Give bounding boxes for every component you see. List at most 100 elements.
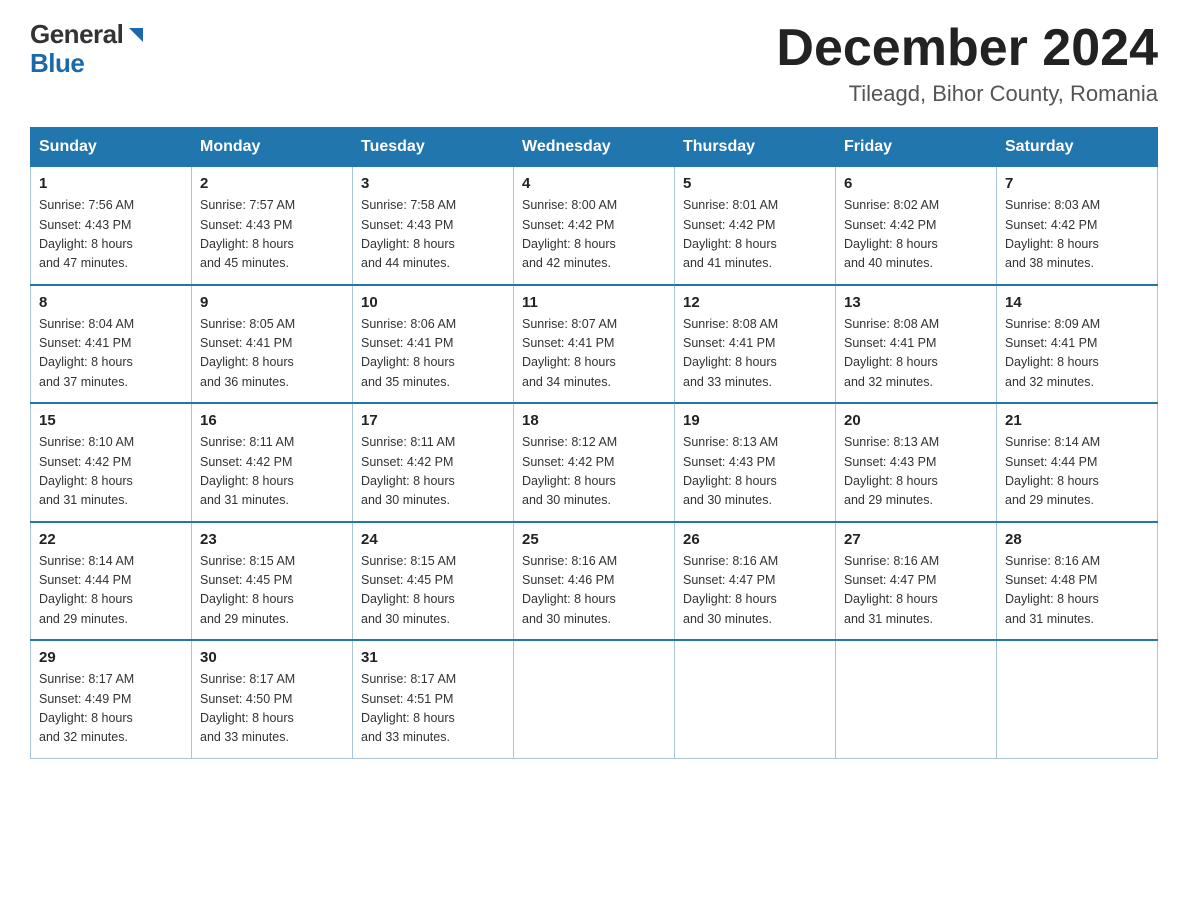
day-info: Sunrise: 8:16 AM Sunset: 4:47 PM Dayligh… <box>683 552 827 630</box>
calendar-week-row: 22 Sunrise: 8:14 AM Sunset: 4:44 PM Dayl… <box>31 522 1158 641</box>
location-title: Tileagd, Bihor County, Romania <box>776 81 1158 107</box>
day-number: 18 <box>522 412 666 429</box>
calendar-cell: 25 Sunrise: 8:16 AM Sunset: 4:46 PM Dayl… <box>514 522 675 641</box>
calendar-cell: 23 Sunrise: 8:15 AM Sunset: 4:45 PM Dayl… <box>192 522 353 641</box>
logo-general-text: General <box>30 20 123 49</box>
day-number: 28 <box>1005 531 1149 548</box>
day-number: 11 <box>522 294 666 311</box>
calendar-cell: 12 Sunrise: 8:08 AM Sunset: 4:41 PM Dayl… <box>675 285 836 404</box>
calendar-cell <box>675 640 836 758</box>
day-info: Sunrise: 8:14 AM Sunset: 4:44 PM Dayligh… <box>1005 433 1149 511</box>
day-info: Sunrise: 8:17 AM Sunset: 4:50 PM Dayligh… <box>200 670 344 748</box>
calendar-cell <box>836 640 997 758</box>
calendar-cell: 3 Sunrise: 7:58 AM Sunset: 4:43 PM Dayli… <box>353 167 514 285</box>
day-info: Sunrise: 8:16 AM Sunset: 4:48 PM Dayligh… <box>1005 552 1149 630</box>
day-info: Sunrise: 8:15 AM Sunset: 4:45 PM Dayligh… <box>200 552 344 630</box>
day-number: 2 <box>200 175 344 192</box>
calendar-cell: 24 Sunrise: 8:15 AM Sunset: 4:45 PM Dayl… <box>353 522 514 641</box>
day-number: 19 <box>683 412 827 429</box>
day-number: 10 <box>361 294 505 311</box>
day-info: Sunrise: 8:17 AM Sunset: 4:49 PM Dayligh… <box>39 670 183 748</box>
day-number: 12 <box>683 294 827 311</box>
day-info: Sunrise: 8:06 AM Sunset: 4:41 PM Dayligh… <box>361 315 505 393</box>
day-number: 22 <box>39 531 183 548</box>
day-number: 5 <box>683 175 827 192</box>
calendar-cell: 20 Sunrise: 8:13 AM Sunset: 4:43 PM Dayl… <box>836 403 997 522</box>
weekday-header-monday: Monday <box>192 128 353 167</box>
calendar-cell: 5 Sunrise: 8:01 AM Sunset: 4:42 PM Dayli… <box>675 167 836 285</box>
calendar-table: SundayMondayTuesdayWednesdayThursdayFrid… <box>30 127 1158 759</box>
day-number: 25 <box>522 531 666 548</box>
day-number: 31 <box>361 649 505 666</box>
day-info: Sunrise: 8:07 AM Sunset: 4:41 PM Dayligh… <box>522 315 666 393</box>
calendar-cell: 15 Sunrise: 8:10 AM Sunset: 4:42 PM Dayl… <box>31 403 192 522</box>
day-number: 26 <box>683 531 827 548</box>
calendar-cell: 16 Sunrise: 8:11 AM Sunset: 4:42 PM Dayl… <box>192 403 353 522</box>
day-number: 27 <box>844 531 988 548</box>
calendar-week-row: 8 Sunrise: 8:04 AM Sunset: 4:41 PM Dayli… <box>31 285 1158 404</box>
day-number: 6 <box>844 175 988 192</box>
day-info: Sunrise: 8:11 AM Sunset: 4:42 PM Dayligh… <box>361 433 505 511</box>
day-number: 4 <box>522 175 666 192</box>
day-number: 29 <box>39 649 183 666</box>
calendar-cell: 6 Sunrise: 8:02 AM Sunset: 4:42 PM Dayli… <box>836 167 997 285</box>
day-info: Sunrise: 8:05 AM Sunset: 4:41 PM Dayligh… <box>200 315 344 393</box>
calendar-cell: 14 Sunrise: 8:09 AM Sunset: 4:41 PM Dayl… <box>997 285 1158 404</box>
day-number: 14 <box>1005 294 1149 311</box>
day-number: 30 <box>200 649 344 666</box>
calendar-cell: 29 Sunrise: 8:17 AM Sunset: 4:49 PM Dayl… <box>31 640 192 758</box>
calendar-week-row: 15 Sunrise: 8:10 AM Sunset: 4:42 PM Dayl… <box>31 403 1158 522</box>
calendar-cell: 22 Sunrise: 8:14 AM Sunset: 4:44 PM Dayl… <box>31 522 192 641</box>
logo-blue-text: Blue <box>30 49 147 78</box>
day-info: Sunrise: 8:17 AM Sunset: 4:51 PM Dayligh… <box>361 670 505 748</box>
day-number: 1 <box>39 175 183 192</box>
day-number: 23 <box>200 531 344 548</box>
day-info: Sunrise: 8:15 AM Sunset: 4:45 PM Dayligh… <box>361 552 505 630</box>
day-info: Sunrise: 8:13 AM Sunset: 4:43 PM Dayligh… <box>683 433 827 511</box>
calendar-cell: 10 Sunrise: 8:06 AM Sunset: 4:41 PM Dayl… <box>353 285 514 404</box>
day-number: 16 <box>200 412 344 429</box>
day-info: Sunrise: 7:57 AM Sunset: 4:43 PM Dayligh… <box>200 196 344 274</box>
weekday-header-row: SundayMondayTuesdayWednesdayThursdayFrid… <box>31 128 1158 167</box>
calendar-cell: 8 Sunrise: 8:04 AM Sunset: 4:41 PM Dayli… <box>31 285 192 404</box>
day-info: Sunrise: 8:08 AM Sunset: 4:41 PM Dayligh… <box>844 315 988 393</box>
day-info: Sunrise: 8:08 AM Sunset: 4:41 PM Dayligh… <box>683 315 827 393</box>
calendar-week-row: 29 Sunrise: 8:17 AM Sunset: 4:49 PM Dayl… <box>31 640 1158 758</box>
day-info: Sunrise: 7:58 AM Sunset: 4:43 PM Dayligh… <box>361 196 505 274</box>
day-info: Sunrise: 8:09 AM Sunset: 4:41 PM Dayligh… <box>1005 315 1149 393</box>
page-header: General Blue December 2024 Tileagd, Biho… <box>30 20 1158 107</box>
day-number: 15 <box>39 412 183 429</box>
calendar-cell: 19 Sunrise: 8:13 AM Sunset: 4:43 PM Dayl… <box>675 403 836 522</box>
weekday-header-saturday: Saturday <box>997 128 1158 167</box>
day-info: Sunrise: 8:16 AM Sunset: 4:46 PM Dayligh… <box>522 552 666 630</box>
calendar-cell: 4 Sunrise: 8:00 AM Sunset: 4:42 PM Dayli… <box>514 167 675 285</box>
calendar-cell: 27 Sunrise: 8:16 AM Sunset: 4:47 PM Dayl… <box>836 522 997 641</box>
day-number: 21 <box>1005 412 1149 429</box>
day-info: Sunrise: 8:02 AM Sunset: 4:42 PM Dayligh… <box>844 196 988 274</box>
calendar-cell: 7 Sunrise: 8:03 AM Sunset: 4:42 PM Dayli… <box>997 167 1158 285</box>
month-title: December 2024 <box>776 20 1158 77</box>
logo-triangle-icon <box>125 24 147 46</box>
day-number: 8 <box>39 294 183 311</box>
calendar-cell: 18 Sunrise: 8:12 AM Sunset: 4:42 PM Dayl… <box>514 403 675 522</box>
day-number: 20 <box>844 412 988 429</box>
day-number: 17 <box>361 412 505 429</box>
day-info: Sunrise: 8:01 AM Sunset: 4:42 PM Dayligh… <box>683 196 827 274</box>
calendar-week-row: 1 Sunrise: 7:56 AM Sunset: 4:43 PM Dayli… <box>31 167 1158 285</box>
day-info: Sunrise: 7:56 AM Sunset: 4:43 PM Dayligh… <box>39 196 183 274</box>
calendar-cell <box>514 640 675 758</box>
day-info: Sunrise: 8:16 AM Sunset: 4:47 PM Dayligh… <box>844 552 988 630</box>
calendar-cell: 11 Sunrise: 8:07 AM Sunset: 4:41 PM Dayl… <box>514 285 675 404</box>
calendar-cell: 31 Sunrise: 8:17 AM Sunset: 4:51 PM Dayl… <box>353 640 514 758</box>
day-info: Sunrise: 8:14 AM Sunset: 4:44 PM Dayligh… <box>39 552 183 630</box>
calendar-cell: 17 Sunrise: 8:11 AM Sunset: 4:42 PM Dayl… <box>353 403 514 522</box>
calendar-cell: 1 Sunrise: 7:56 AM Sunset: 4:43 PM Dayli… <box>31 167 192 285</box>
day-number: 24 <box>361 531 505 548</box>
calendar-cell: 26 Sunrise: 8:16 AM Sunset: 4:47 PM Dayl… <box>675 522 836 641</box>
logo: General Blue <box>30 20 147 77</box>
day-info: Sunrise: 8:12 AM Sunset: 4:42 PM Dayligh… <box>522 433 666 511</box>
day-info: Sunrise: 8:13 AM Sunset: 4:43 PM Dayligh… <box>844 433 988 511</box>
title-block: December 2024 Tileagd, Bihor County, Rom… <box>776 20 1158 107</box>
weekday-header-sunday: Sunday <box>31 128 192 167</box>
weekday-header-wednesday: Wednesday <box>514 128 675 167</box>
